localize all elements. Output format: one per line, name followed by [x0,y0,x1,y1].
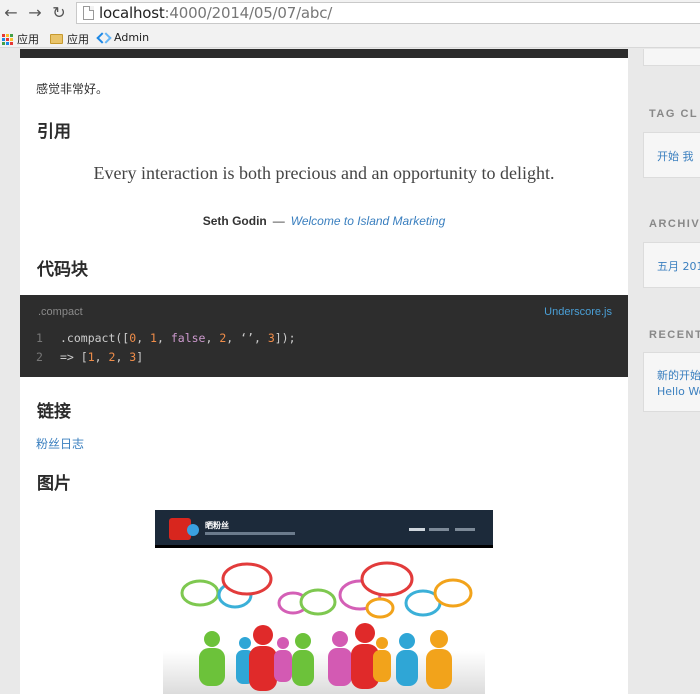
blockquote: Every interaction is both precious and a… [93,163,555,183]
figure-green [199,631,225,686]
archive-widget: 五月 201 [643,242,700,288]
bookmark-label: 应用 [67,33,89,46]
people-speech-bubbles-illustration [163,561,485,694]
folder-icon [50,34,63,44]
code-line: 2 => [1, 2, 3] [36,350,143,364]
line-number: 1 [36,331,43,345]
apps-grid-icon [2,33,13,45]
image-illustration [155,551,493,694]
code-line: 1 .compact([0, 1, false, 2, ‘’, 3]); [36,331,296,345]
code-title: .compact [38,306,83,318]
code-text: => [1, 2, 3] [60,350,144,364]
bookmark-apps[interactable]: 应用 [2,31,39,47]
forward-arrow-icon[interactable]: → [26,4,44,22]
link-heading: 链接 [37,402,71,422]
code-text: .compact([0, 1, false, 2, ‘’, 3]); [60,331,296,345]
address-bar[interactable]: localhost:4000/2014/05/07/abc/ [76,2,700,24]
code-heading: 代码块 [37,260,88,280]
line-number: 2 [36,350,43,364]
tag-cloud-title: TAG CL [649,108,699,120]
quote-heading: 引用 [37,122,71,142]
page-icon [83,6,94,20]
quote-dash: — [272,214,285,228]
quote-source-link[interactable]: Welcome to Island Marketing [291,214,446,228]
bookmark-admin[interactable]: Admin [96,31,149,44]
tag-cloud-widget: 开始 我 [643,132,700,178]
sidebar: TAG CL 开始 我 ARCHIV 五月 201 RECENT 新的开始 He… [643,49,700,694]
intro-paragraph: 感觉非常好。 [36,82,109,96]
content-top-bar [20,49,628,58]
url-text: localhost:4000/2014/05/07/abc/ [99,4,333,22]
sidebar-widget-top [643,49,700,66]
reload-icon[interactable]: ↻ [50,4,68,22]
image-nav-item [409,528,425,531]
recent-post-item[interactable]: 新的开始 [657,367,700,383]
site-logo-badge-icon [187,524,199,536]
image-nav-item [429,528,449,531]
archive-title: ARCHIV [649,218,700,230]
image-nav-item [455,528,475,531]
post-image: 晒粉丝 [155,510,493,694]
bookmark-folder[interactable]: 应用 [50,31,89,47]
browser-toolbar: ← → ↻ localhost:4000/2014/05/07/abc/ [0,0,700,28]
archive-item[interactable]: 五月 201 [657,258,700,274]
recent-posts-widget: 新的开始 Hello Wo [643,352,700,412]
bookmark-label: Admin [114,31,150,44]
tag-cloud-items[interactable]: 开始 我 [657,148,694,164]
image-heading: 图片 [37,474,71,494]
bookmarks-bar: 应用 应用 Admin [0,28,700,48]
post-content: 感觉非常好。 引用 Every interaction is both prec… [20,49,628,694]
quote-author: Seth Godin [202,214,267,228]
admin-icon [96,33,110,43]
page: 感觉非常好。 引用 Every interaction is both prec… [0,49,700,694]
image-site-tagline [205,532,295,535]
bookmark-label: 应用 [17,33,39,46]
code-block: .compact Underscore.js 1 .compact([0, 1, … [20,295,628,377]
fans-log-link[interactable]: 粉丝日志 [36,435,84,452]
image-site-header: 晒粉丝 [155,510,493,548]
recent-post-item[interactable]: Hello Wo [657,385,700,398]
back-arrow-icon[interactable]: ← [2,4,20,22]
image-site-name: 晒粉丝 [205,521,229,530]
recent-posts-title: RECENT [649,329,700,341]
code-source-link[interactable]: Underscore.js [544,306,612,318]
quote-citation: Seth Godin — Welcome to Island Marketing [20,214,628,228]
